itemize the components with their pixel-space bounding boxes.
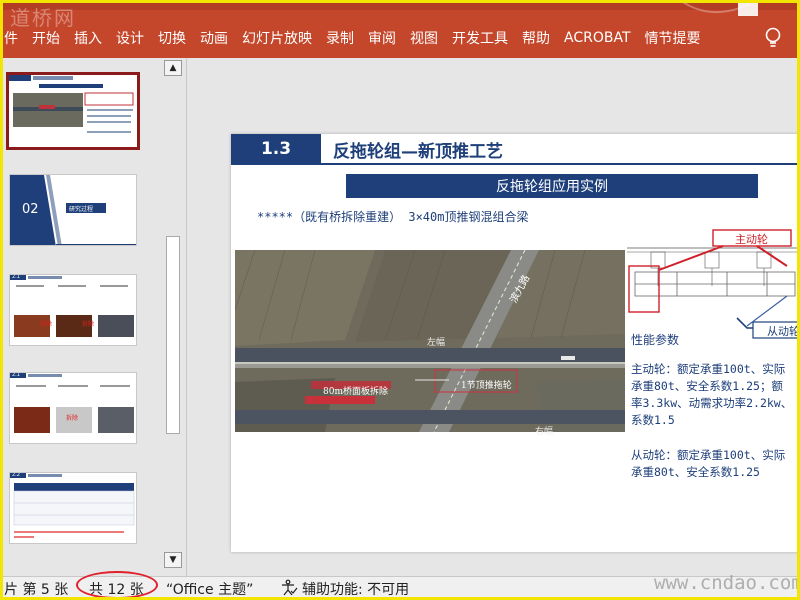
slide-editor: 1.3 反拖轮组—新顶推工艺 反拖轮组应用实例 *****（既有桥拆除重建） 3… xyxy=(186,58,800,576)
slide-number-box: 1.3 xyxy=(231,134,321,164)
slide-canvas[interactable]: 1.3 反拖轮组—新顶推工艺 反拖轮组应用实例 *****（既有桥拆除重建） 3… xyxy=(231,134,800,552)
slide-thumbnail-5[interactable]: 2.2 xyxy=(9,472,137,544)
thumbnail-tag: 拆除 xyxy=(66,415,79,422)
scrollbar-thumb[interactable] xyxy=(166,236,180,434)
photo-label-demolish: 80m桥面板拆除 xyxy=(323,387,388,397)
watermark-url: www.cndao.com xyxy=(654,572,800,594)
accessibility-icon[interactable] xyxy=(280,579,298,597)
tab-design[interactable]: 设计 xyxy=(109,28,151,48)
tab-storyboard[interactable]: 情节提要 xyxy=(638,28,708,48)
slide-subtitle-banner: 反拖轮组应用实例 xyxy=(346,174,758,198)
tab-help[interactable]: 帮助 xyxy=(515,28,557,48)
thumbnail-tag: 拆除 xyxy=(40,321,53,328)
driven-wheel-line: 从动轮：额定承重100t、实际 xyxy=(631,448,786,462)
params-title: 性能参数 xyxy=(631,333,680,347)
slide-position[interactable]: 片 第 5 张 xyxy=(4,579,68,599)
tab-developer[interactable]: 开发工具 xyxy=(445,28,515,48)
slide-thumbnail-3[interactable]: 2.1 拆除 拆除 xyxy=(9,274,137,346)
thumbnail-section-label: 研究过程 xyxy=(69,206,94,213)
ribbon-tabs: 件 开始 插入 设计 切换 动画 幻灯片放映 录制 审阅 视图 开发工具 帮助 … xyxy=(0,26,708,50)
thumbnail-preview xyxy=(10,373,134,433)
driven-wheel-line: 承重80t、安全系数1.25 xyxy=(631,465,760,479)
thumbnail-slide-label: 2.1 xyxy=(12,274,20,280)
slide-thumbnail-pane: 02 研究过程 2.1 拆除 拆除 2.1 拆除 2.2 ▲ ▼ xyxy=(0,58,186,576)
thumbnail-scrollbar[interactable]: ▲ ▼ xyxy=(164,58,182,576)
slide-header: 1.3 反拖轮组—新顶推工艺 xyxy=(231,134,800,165)
thumbnail-section-number: 02 xyxy=(22,202,39,217)
tab-file[interactable]: 件 xyxy=(0,28,25,48)
tab-transitions[interactable]: 切换 xyxy=(151,28,193,48)
thumbnail-slide-label: 2.1 xyxy=(12,372,20,378)
performance-parameters: 性能参数 主动轮：额定承重100t、实际 承重80t、安全系数1.25；额 率3… xyxy=(631,332,800,481)
photo-label-jack: 1节顶推拖轮 xyxy=(461,381,512,391)
theme-name: “Office 主题” xyxy=(166,582,254,598)
slide-title: 反拖轮组—新顶推工艺 xyxy=(327,134,800,164)
slide-thumbnail-2[interactable]: 02 研究过程 xyxy=(9,174,137,246)
thumbnail-preview xyxy=(10,473,135,538)
thumbnail-preview xyxy=(10,275,134,337)
thumbnail-slide-label: 2.2 xyxy=(12,472,20,478)
photo-label-right: 右幅 xyxy=(535,427,554,437)
tab-view[interactable]: 视图 xyxy=(403,28,445,48)
main-wheel-line: 率3.3kw、动需求功率2.2kw、 xyxy=(631,396,793,410)
slide-thumbnail-4[interactable]: 2.1 拆除 xyxy=(9,372,137,444)
tab-review[interactable]: 审阅 xyxy=(361,28,403,48)
lightbulb-icon[interactable] xyxy=(762,26,784,50)
thumbnail-preview xyxy=(9,75,137,147)
slide-thumbnail-1[interactable] xyxy=(6,72,140,150)
highlight-circle xyxy=(76,571,158,599)
slide-description: *****（既有桥拆除重建） 3×40m顶推钢混组合梁 xyxy=(257,210,529,224)
ribbon: 道桥网 件 开始 插入 设计 切换 动画 幻灯片放映 录制 审阅 视图 开发工具… xyxy=(0,0,800,58)
tab-slideshow[interactable]: 幻灯片放映 xyxy=(235,28,319,48)
tab-insert[interactable]: 插入 xyxy=(67,28,109,48)
title-bar-decoration xyxy=(679,0,758,16)
photo-label-left: 左幅 xyxy=(427,338,446,348)
main-wheel-line: 系数1.5 xyxy=(631,413,675,427)
main-wheel-line: 主动轮：额定承重100t、实际 xyxy=(631,362,786,376)
tab-home[interactable]: 开始 xyxy=(25,28,67,48)
tab-animations[interactable]: 动画 xyxy=(193,28,235,48)
tab-record[interactable]: 录制 xyxy=(319,28,361,48)
tab-acrobat[interactable]: ACROBAT xyxy=(557,30,638,46)
accessibility-status[interactable]: 辅助功能: 不可用 xyxy=(302,579,409,599)
main-wheel-line: 承重80t、安全系数1.25；额 xyxy=(631,379,783,393)
scroll-up-button[interactable]: ▲ xyxy=(164,60,182,76)
diagram-label-main-wheel: 主动轮 xyxy=(735,233,768,246)
scroll-down-button[interactable]: ▼ xyxy=(164,552,182,568)
thumbnail-tag: 拆除 xyxy=(82,321,95,328)
